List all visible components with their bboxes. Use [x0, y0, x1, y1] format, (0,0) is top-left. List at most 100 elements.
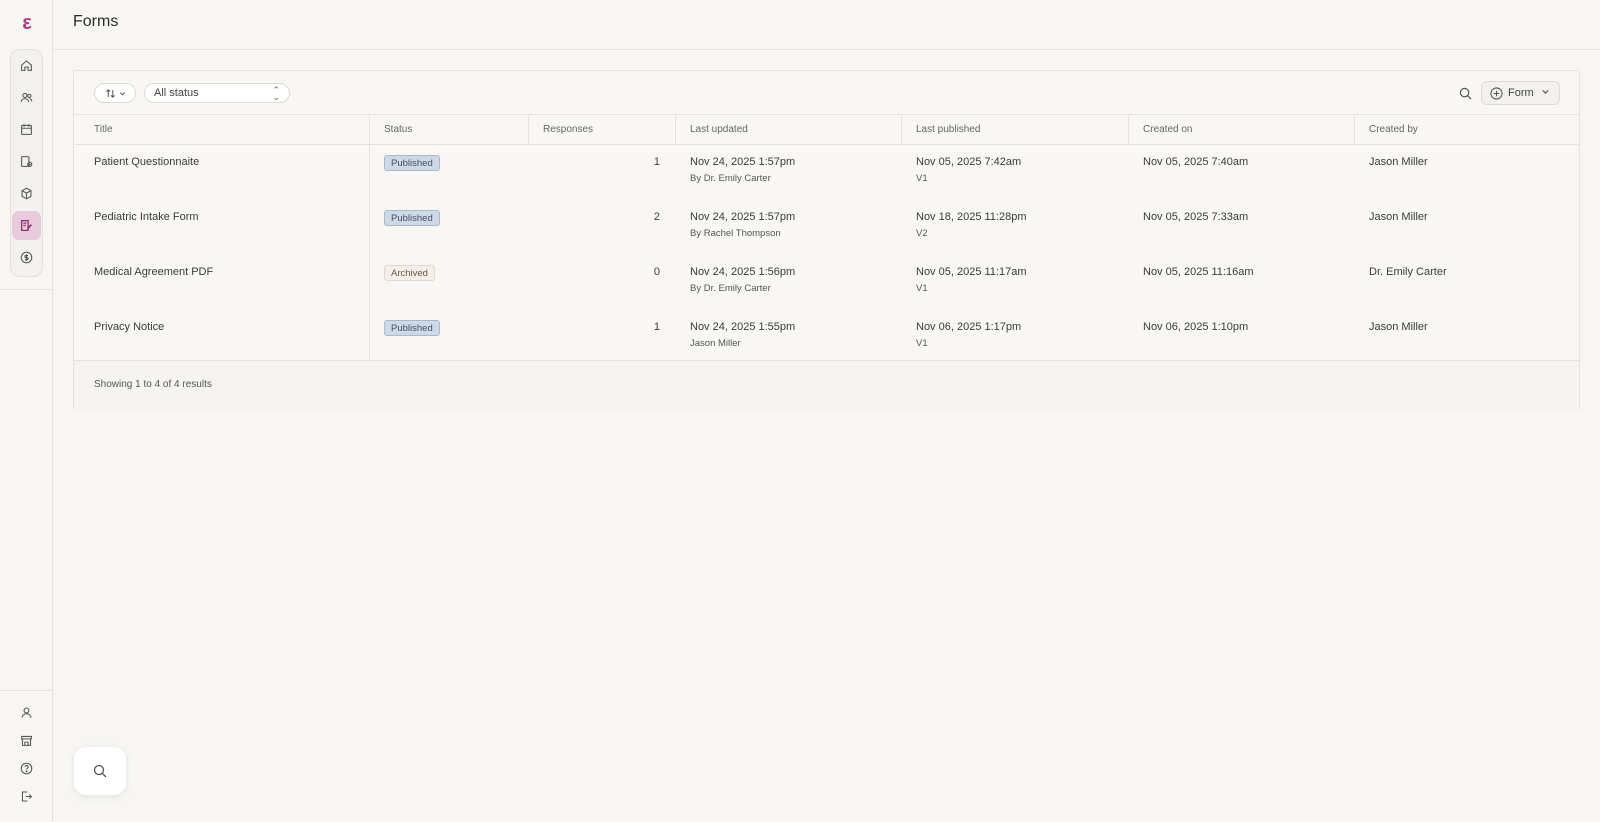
last-updated-date: Nov 24, 2025 1:55pm: [690, 321, 796, 333]
status-badge: Published: [384, 210, 440, 226]
created-on-date: Nov 05, 2025 7:40am: [1143, 156, 1249, 168]
page-title: Forms: [73, 13, 119, 30]
users-icon: [20, 92, 33, 103]
form-title[interactable]: Pediatric Intake Form: [94, 211, 199, 223]
created-by-name: Jason Miller: [1369, 321, 1428, 333]
table-header: Title Status Responses Last updated Last…: [74, 115, 1579, 145]
last-updated-cell: Nov 24, 2025 1:55pm Jason Miller: [690, 321, 795, 349]
status-filter-select[interactable]: All status ⌃ ⌄: [144, 83, 290, 103]
pagination-summary: Showing 1 to 4 of 4 results: [94, 379, 212, 390]
table-footer: Showing 1 to 4 of 4 results: [74, 360, 1579, 411]
sidebar-item-packages[interactable]: [12, 179, 41, 208]
column-header-title[interactable]: Title: [94, 124, 113, 135]
home-icon: [21, 60, 32, 71]
column-header-created-by[interactable]: Created by: [1369, 124, 1418, 135]
column-header-last-published[interactable]: Last published: [916, 124, 981, 135]
column-header-status[interactable]: Status: [384, 124, 412, 135]
last-updated-date: Nov 24, 2025 1:57pm: [690, 211, 796, 223]
last-published-cell: Nov 18, 2025 11:28pm V2: [916, 211, 1026, 239]
user-icon: [21, 707, 32, 718]
sidebar-divider: [0, 289, 53, 290]
table-row[interactable]: Patient Questionnaite Published 1 Nov 24…: [74, 146, 1579, 200]
sidebar-item-store[interactable]: [12, 726, 41, 755]
add-form-button[interactable]: Form: [1481, 81, 1560, 105]
plus-circle-icon: [1490, 86, 1503, 100]
updated-by: By Dr. Emily Carter: [690, 283, 771, 294]
last-updated-date: Nov 24, 2025 1:57pm: [690, 156, 796, 168]
created-by-name: Jason Miller: [1369, 156, 1428, 168]
sidebar-divider: [0, 690, 53, 691]
search-icon: [93, 764, 107, 778]
floating-search-button[interactable]: [74, 747, 126, 795]
responses-count: 2: [653, 211, 660, 223]
table-toolbar: All status ⌃ ⌄ Form: [74, 71, 1579, 115]
sidebar-item-billing[interactable]: [12, 243, 41, 272]
last-updated-cell: Nov 24, 2025 1:56pm By Dr. Emily Carter: [690, 266, 795, 294]
last-published-date: Nov 05, 2025 11:17am: [916, 266, 1027, 278]
table-row[interactable]: Pediatric Intake Form Published 2 Nov 24…: [74, 201, 1579, 255]
sidebar-item-patients[interactable]: [12, 83, 41, 112]
table-row[interactable]: Privacy Notice Published 1 Nov 24, 2025 …: [74, 311, 1579, 365]
form-title[interactable]: Patient Questionnaite: [94, 156, 199, 168]
sidebar-item-logout[interactable]: [12, 782, 41, 811]
status-filter-value: All status: [154, 87, 199, 99]
sidebar-item-forms[interactable]: [12, 211, 41, 240]
chevron-down-icon: [119, 91, 125, 95]
search-button[interactable]: [1455, 83, 1475, 103]
responses-count: 1: [653, 156, 660, 168]
last-published-cell: Nov 06, 2025 1:17pm V1: [916, 321, 1021, 349]
version-label: V1: [916, 283, 928, 294]
sidebar-item-calendar[interactable]: [12, 115, 41, 144]
status-badge: Published: [384, 155, 440, 171]
last-published-date: Nov 06, 2025 1:17pm: [916, 321, 1022, 333]
column-header-last-updated[interactable]: Last updated: [690, 124, 748, 135]
created-by-name: Dr. Emily Carter: [1369, 266, 1447, 278]
last-published-date: Nov 05, 2025 7:42am: [916, 156, 1022, 168]
sidebar: ε: [0, 0, 53, 822]
sort-button[interactable]: [94, 83, 136, 103]
sidebar-item-profile[interactable]: [12, 698, 41, 727]
responses-count: 0: [653, 266, 660, 278]
column-divider: [675, 115, 676, 145]
building-check-icon: [21, 156, 33, 167]
page-header: Forms: [54, 0, 1600, 50]
status-badge: Archived: [384, 265, 435, 281]
last-updated-cell: Nov 24, 2025 1:57pm By Rachel Thompson: [690, 211, 795, 239]
column-header-responses[interactable]: Responses: [543, 124, 593, 135]
created-on-date: Nov 05, 2025 11:16am: [1143, 266, 1254, 278]
chevron-down-icon: [1542, 89, 1549, 94]
sort-icon: [105, 88, 115, 98]
sidebar-item-clinic[interactable]: [12, 147, 41, 176]
updated-by: By Rachel Thompson: [690, 228, 781, 239]
version-label: V1: [916, 338, 928, 349]
last-published-cell: Nov 05, 2025 7:42am V1: [916, 156, 1021, 184]
box-icon: [21, 187, 32, 200]
store-icon: [21, 735, 32, 746]
search-icon: [1459, 87, 1471, 99]
version-label: V1: [916, 173, 928, 184]
created-by-name: Jason Miller: [1369, 211, 1428, 223]
form-title[interactable]: Privacy Notice: [94, 321, 164, 333]
version-label: V2: [916, 228, 928, 239]
select-caret-icon: ⌃ ⌄: [272, 85, 280, 102]
table-row[interactable]: Medical Agreement PDF Archived 0 Nov 24,…: [74, 256, 1579, 310]
sidebar-item-help[interactable]: [12, 754, 41, 783]
calendar-icon: [21, 124, 32, 135]
updated-by: Jason Miller: [690, 338, 741, 349]
last-updated-cell: Nov 24, 2025 1:57pm By Dr. Emily Carter: [690, 156, 795, 184]
column-divider: [528, 115, 529, 145]
dollar-icon: [20, 251, 33, 264]
last-updated-date: Nov 24, 2025 1:56pm: [690, 266, 796, 278]
forms-table-card: All status ⌃ ⌄ Form Title Status Response…: [73, 70, 1580, 411]
form-title[interactable]: Medical Agreement PDF: [94, 266, 213, 278]
column-header-created-on[interactable]: Created on: [1143, 124, 1192, 135]
sidebar-nav: [10, 49, 43, 277]
column-divider: [901, 115, 902, 145]
app-logo[interactable]: ε: [14, 10, 40, 36]
created-on-date: Nov 06, 2025 1:10pm: [1143, 321, 1249, 333]
created-on-date: Nov 05, 2025 7:33am: [1143, 211, 1249, 223]
updated-by: By Dr. Emily Carter: [690, 173, 771, 184]
sidebar-item-home[interactable]: [12, 51, 41, 80]
responses-count: 1: [653, 321, 660, 333]
form-edit-icon: [21, 220, 32, 231]
